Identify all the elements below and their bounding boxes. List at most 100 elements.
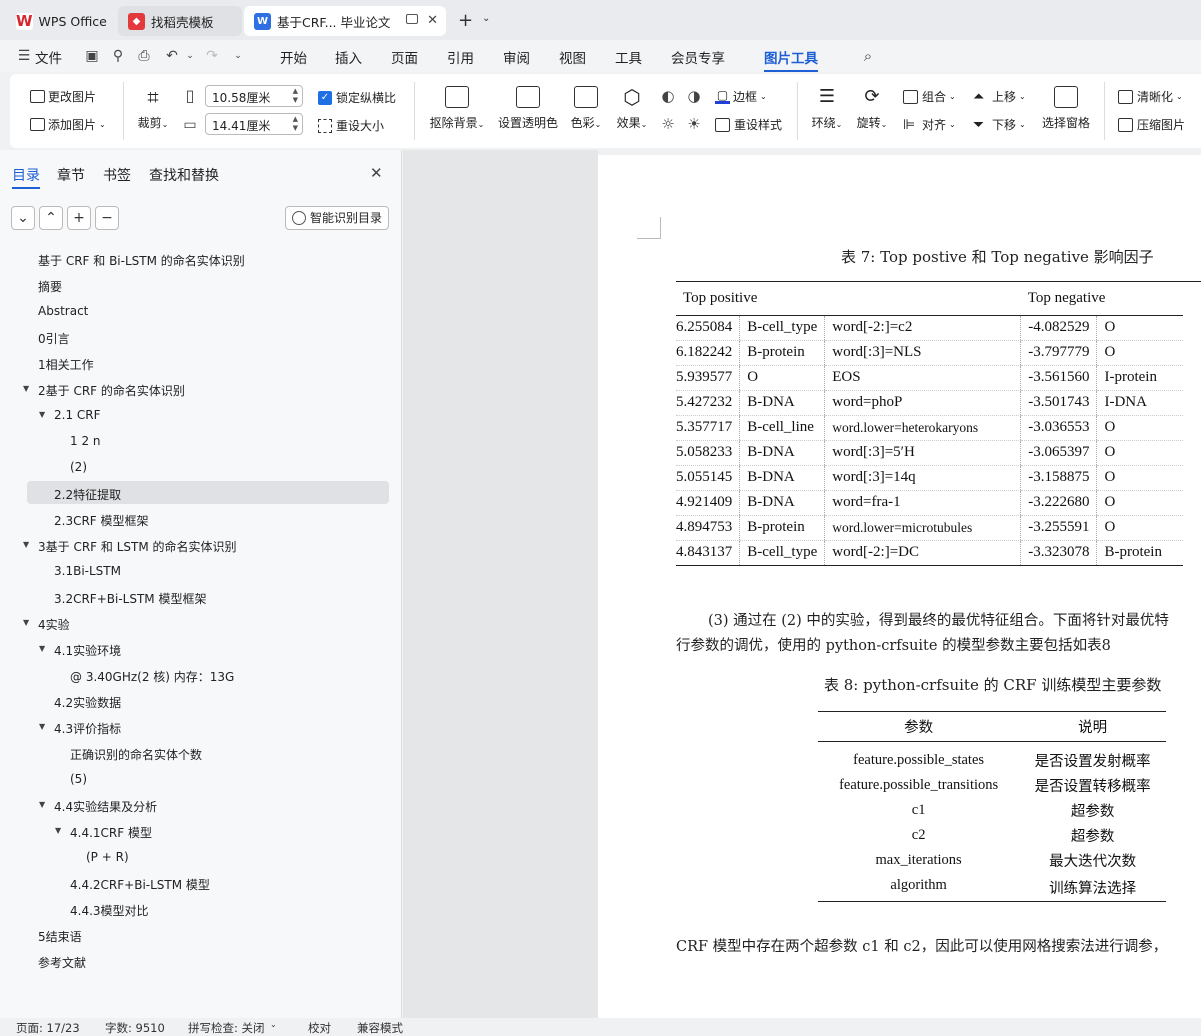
tab-template[interactable]: ◆ 找稻壳模板 xyxy=(118,6,242,36)
hamburger-icon[interactable]: ☰ xyxy=(16,48,32,64)
brightness-down-icon[interactable]: ☀ xyxy=(686,116,702,132)
tab-find-replace[interactable]: 查找和替换 xyxy=(149,165,219,185)
toc-item[interactable]: 1相关工作 xyxy=(38,356,94,373)
move-up-button[interactable]: ⏶ 上移 ⌄ xyxy=(973,88,1026,105)
menu-references[interactable]: 引用 xyxy=(447,47,474,67)
search-icon[interactable]: ⌕ xyxy=(860,48,876,64)
spinner-arrows-icon[interactable]: ▲ ▼ xyxy=(293,87,298,105)
word-count[interactable]: 字数: 9510 xyxy=(105,1020,165,1036)
toc-item[interactable]: (P + R) xyxy=(86,850,129,864)
close-icon[interactable]: ✕ xyxy=(370,164,383,182)
toc-item[interactable]: 3.2CRF+Bi-LSTM 模型框架 xyxy=(54,590,206,607)
toc-item[interactable]: 1 2 n xyxy=(70,434,101,448)
change-picture-button[interactable]: 更改图片 xyxy=(30,88,96,105)
border-button[interactable]: ▢ 边框 ⌄ xyxy=(715,88,767,105)
selection-pane-button[interactable]: 选择窗格 xyxy=(1040,86,1092,131)
monitor-icon[interactable] xyxy=(406,14,418,24)
tab-bookmarks[interactable]: 书签 xyxy=(103,165,131,185)
menu-tools[interactable]: 工具 xyxy=(615,47,642,67)
caret-down-icon: ▼ xyxy=(23,540,30,549)
toc-item[interactable]: ▼ 4.4实验结果及分析 xyxy=(39,798,157,815)
spinner-arrows-icon[interactable]: ▲ ▼ xyxy=(293,115,298,133)
menu-review[interactable]: 审阅 xyxy=(503,47,530,67)
align-button[interactable]: ⊫ 对齐 ⌄ xyxy=(903,116,956,133)
menu-home[interactable]: 开始 xyxy=(280,47,307,67)
tab-wps-office[interactable]: W WPS Office xyxy=(6,6,114,36)
tab-chapters[interactable]: 章节 xyxy=(57,165,85,185)
collapse-up-button[interactable]: ⌃ xyxy=(39,206,63,230)
chevron-down-icon[interactable]: ⌄ xyxy=(230,48,246,64)
toc-item[interactable]: (2) xyxy=(70,460,87,474)
rotate-button[interactable]: ⟳ 旋转⌄ xyxy=(852,86,892,131)
reset-size-button[interactable]: 重设大小 xyxy=(318,117,384,134)
toc-item[interactable]: 2.3CRF 模型框架 xyxy=(54,512,149,529)
toc-item[interactable]: 4.4.3模型对比 xyxy=(70,902,149,919)
remove-background-button[interactable]: 抠除背景⌄ xyxy=(425,86,489,131)
toc-item[interactable]: ▼ 4.4.1CRF 模型 xyxy=(55,824,152,841)
toc-item[interactable]: 正确识别的命名实体个数 xyxy=(70,746,202,763)
toc-item[interactable]: 3.1Bi-LSTM xyxy=(54,564,121,578)
contrast-up-icon[interactable]: ◐ xyxy=(660,88,676,104)
toc-item[interactable]: 5结束语 xyxy=(38,928,82,945)
set-transparent-button[interactable]: 设置透明色 xyxy=(496,86,560,131)
toc-item[interactable]: ▼ 2基于 CRF 的命名实体识别 xyxy=(23,382,185,399)
tab-toc[interactable]: 目录 xyxy=(12,165,40,189)
menu-insert[interactable]: 插入 xyxy=(335,47,362,67)
add-picture-button[interactable]: 添加图片 ⌄ xyxy=(30,116,106,133)
move-down-button[interactable]: ⏷ 下移 ⌄ xyxy=(973,116,1026,133)
toc-item[interactable]: 4.2实验数据 xyxy=(54,694,121,711)
toc-item[interactable]: ▼ 4.3评价指标 xyxy=(39,720,121,737)
menu-page[interactable]: 页面 xyxy=(391,47,418,67)
group-button[interactable]: 组合 ⌄ xyxy=(903,88,956,105)
proofread-button[interactable]: 校对 xyxy=(308,1020,331,1036)
expand-down-button[interactable]: ⌄ xyxy=(11,206,35,230)
page-counter[interactable]: 页面: 17/23 xyxy=(16,1020,80,1036)
save-icon[interactable]: ▣ xyxy=(84,48,100,64)
width-field[interactable]: 10.58厘米 ▲ ▼ xyxy=(205,85,303,107)
toc-item[interactable]: ▼ 3基于 CRF 和 LSTM 的命名实体识别 xyxy=(23,538,237,555)
contrast-down-icon[interactable]: ◑ xyxy=(686,88,702,104)
menu-file[interactable]: 文件 xyxy=(35,47,62,67)
menu-picture-tools[interactable]: 图片工具 xyxy=(764,47,818,72)
document-page[interactable]: 表 7: Top postive 和 Top negative 影响因子 Top… xyxy=(598,155,1201,1018)
smart-toc-button[interactable]: 智能识别目录 xyxy=(285,206,389,230)
toc-item[interactable]: 4.4.2CRF+Bi-LSTM 模型 xyxy=(70,876,210,893)
tab-document[interactable]: W 基于CRF... 毕业论文 ✕ xyxy=(244,6,446,36)
toc-item[interactable]: ▼ 2.1 CRF xyxy=(39,408,101,422)
toc-item[interactable]: (5) xyxy=(70,772,87,786)
menu-view[interactable]: 视图 xyxy=(559,47,586,67)
toc-item[interactable]: 参考文献 xyxy=(38,954,86,971)
compress-picture-button[interactable]: 压缩图片 xyxy=(1118,116,1185,133)
lock-ratio-checkbox[interactable]: ✓ 锁定纵横比 xyxy=(318,89,396,106)
toc-item[interactable]: 0引言 xyxy=(38,330,70,347)
toc-item[interactable]: 基于 CRF 和 Bi-LSTM 的命名实体识别 xyxy=(38,252,245,269)
redo-icon[interactable]: ↷ xyxy=(204,48,220,64)
wrap-button[interactable]: ☰ 环绕⌄ xyxy=(807,86,847,131)
print-preview-icon[interactable]: ⎙ xyxy=(136,48,152,64)
close-tab-icon[interactable]: ✕ xyxy=(427,13,438,28)
menu-member[interactable]: 会员专享 xyxy=(671,47,725,67)
status-bar: 页面: 17/23 字数: 9510 拼写检查: 关闭 ⌄ 校对 兼容模式 xyxy=(0,1018,1201,1035)
effect-button[interactable]: ⬡ 效果⌄ xyxy=(612,86,652,131)
sharpen-button[interactable]: 清晰化 ⌄ xyxy=(1118,88,1183,105)
toc-item[interactable]: Abstract xyxy=(38,304,88,318)
color-button[interactable]: 色彩⌄ xyxy=(566,86,606,131)
spell-check-status[interactable]: 拼写检查: 关闭 xyxy=(188,1020,265,1036)
toc-item[interactable]: ▼ 4.1实验环境 xyxy=(39,642,121,659)
toc-item[interactable]: 摘要 xyxy=(38,278,62,295)
toc-item[interactable]: @ 3.40GHz(2 核) 内存：13G xyxy=(70,668,234,685)
toc-item[interactable]: ▼ 4实验 xyxy=(23,616,70,633)
crop-button[interactable]: ⌗ 裁剪⌄ xyxy=(134,86,172,131)
chevron-down-icon[interactable]: ⌄ xyxy=(182,48,198,64)
brightness-up-icon[interactable]: ☼ xyxy=(660,116,676,132)
height-field[interactable]: 14.41厘米 ▲ ▼ xyxy=(205,113,303,135)
chevron-down-icon[interactable]: ⌄ xyxy=(482,13,490,24)
reset-style-button[interactable]: 重设样式 xyxy=(715,116,782,133)
new-tab-icon[interactable]: + xyxy=(458,10,473,31)
add-heading-button[interactable]: + xyxy=(67,206,91,230)
undo-icon[interactable]: ↶ xyxy=(164,48,180,64)
toc-item-selected[interactable]: 2.2特征提取 xyxy=(54,486,121,503)
chevron-down-icon[interactable]: ⌄ xyxy=(270,1020,277,1029)
share-icon[interactable]: ⚲ xyxy=(110,48,126,64)
remove-heading-button[interactable]: − xyxy=(95,206,119,230)
